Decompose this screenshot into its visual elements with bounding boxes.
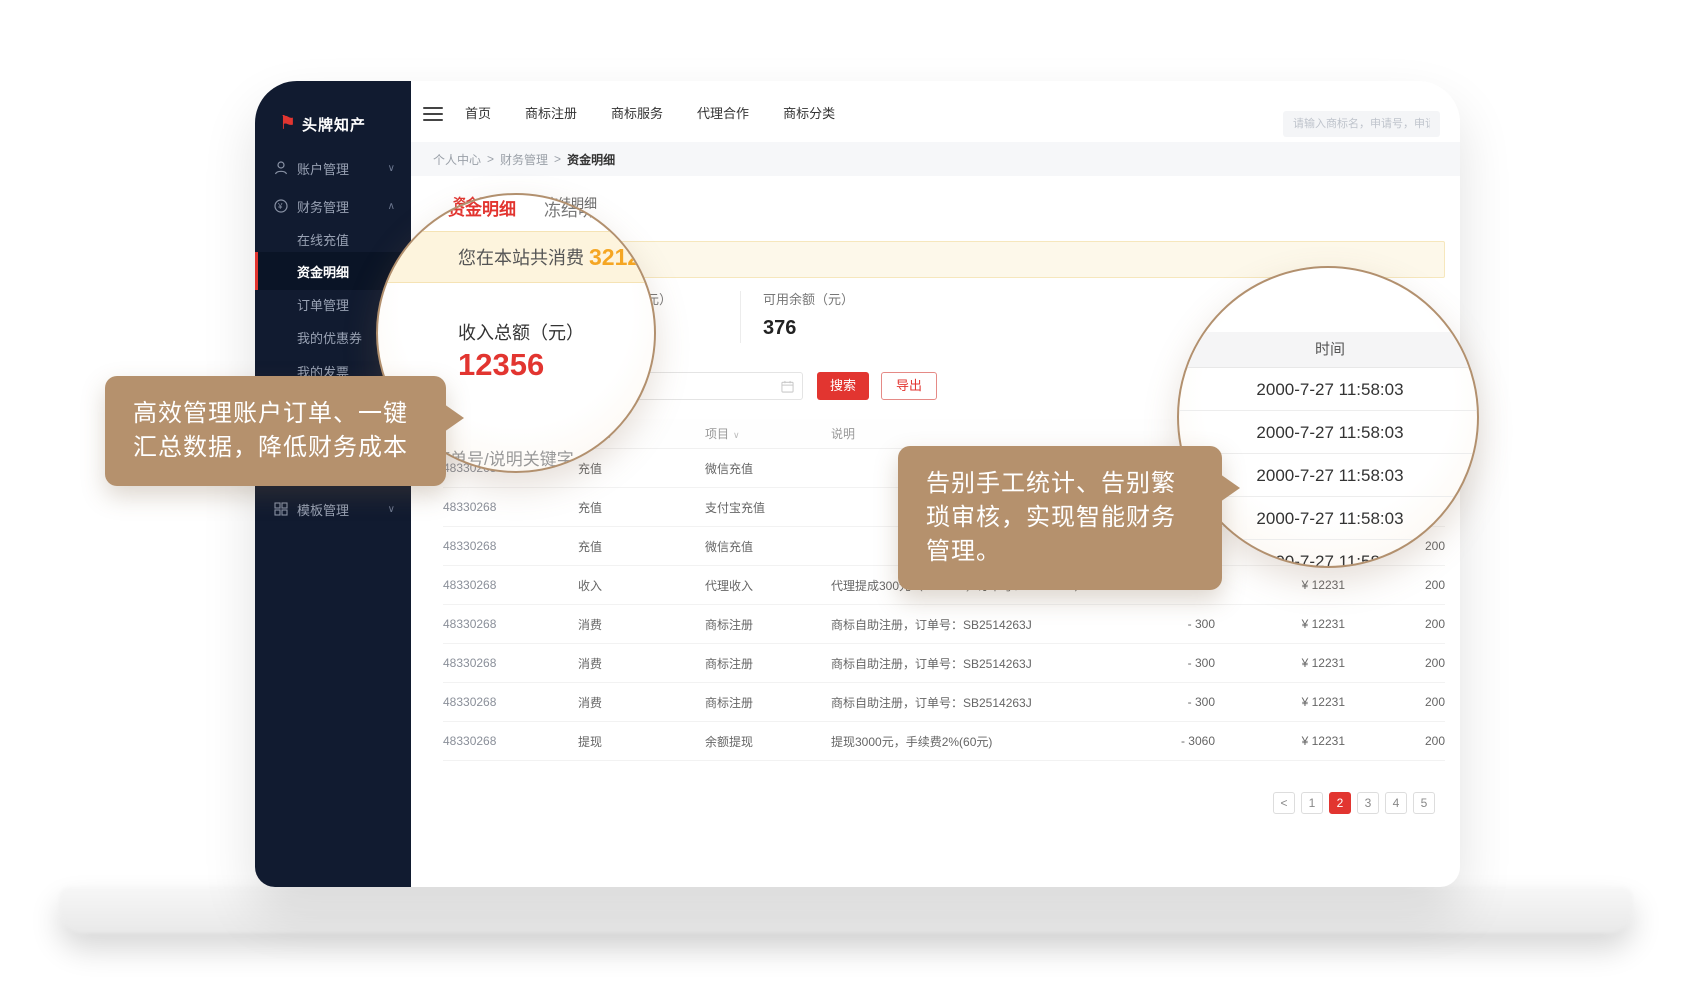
magnified-tab-frozen-detail: 冻结明细 — [544, 196, 612, 221]
laptop-base — [59, 887, 1633, 933]
breadcrumb-item[interactable]: 财务管理 — [500, 151, 548, 168]
col-project[interactable]: 项目∨ — [705, 425, 831, 442]
table-row[interactable]: 48330268提现余额提现提现3000元，手续费2%(60元)- 3060¥ … — [443, 722, 1445, 761]
magnified-time-cell: 2000-7-27 11:58:03 — [1179, 540, 1479, 568]
magnifier-bubble-right: 时间 2000-7-27 11:58:03 2000-7-27 11:58:03… — [1177, 266, 1479, 568]
calendar-icon — [781, 380, 794, 393]
col-description: 说明 — [831, 425, 1155, 442]
export-button[interactable]: 导出 — [881, 372, 937, 400]
magnified-income-value: 12356 — [458, 347, 544, 383]
nav-item-agent-cooperation[interactable]: 代理合作 — [697, 101, 749, 127]
chevron-down-icon: ∨ — [388, 163, 395, 174]
chevron-up-icon: ∧ — [388, 201, 395, 212]
global-search — [1283, 111, 1440, 137]
search-button[interactable]: 搜索 — [817, 372, 869, 400]
table-row[interactable]: 48330268消费商标注册商标自助注册，订单号：SB2514263J- 300… — [443, 605, 1445, 644]
nav-item-home[interactable]: 首页 — [465, 101, 491, 127]
magnified-tab-fund-detail: 资金明细 — [448, 195, 516, 220]
magnified-time-cell: 2000-7-27 11:58:03 — [1179, 497, 1479, 540]
search-input[interactable] — [1283, 111, 1440, 137]
table-row[interactable]: 48330268消费商标注册商标自助注册，订单号：SB2514263J- 300… — [443, 683, 1445, 722]
page-button-5[interactable]: 5 — [1413, 792, 1435, 814]
magnified-order-column-header: 订单号/说明关键字 — [433, 445, 574, 470]
sidebar-item-template[interactable]: 模板管理 ∨ — [255, 490, 411, 528]
template-icon — [273, 501, 289, 517]
svg-text:¥: ¥ — [277, 202, 283, 211]
page-button-4[interactable]: 4 — [1385, 792, 1407, 814]
breadcrumb-separator: > — [487, 152, 494, 166]
stat-label: 可用余额（元） — [763, 289, 933, 308]
finance-icon: ¥ — [273, 198, 289, 214]
pagination: < 1 2 3 4 5 — [1273, 792, 1435, 814]
nav-item-trademark-register[interactable]: 商标注册 — [525, 101, 577, 127]
page-button-3[interactable]: 3 — [1357, 792, 1379, 814]
table-row[interactable]: 48330268消费商标注册商标自助注册，订单号：SB2514263J- 300… — [443, 644, 1445, 683]
callout-left: 高效管理账户订单、一键汇总数据，降低财务成本 — [105, 376, 446, 486]
sort-caret-icon: ∨ — [733, 430, 740, 440]
breadcrumb-current: 资金明细 — [567, 151, 615, 168]
nav-links: 首页 商标注册 商标服务 代理合作 商标分类 — [465, 101, 835, 127]
prev-page-button[interactable]: < — [1273, 792, 1295, 814]
user-icon — [273, 160, 289, 176]
breadcrumb-separator: > — [554, 152, 561, 166]
breadcrumb: 个人中心 > 财务管理 > 资金明细 — [411, 142, 1460, 176]
stat-value: 376 — [763, 317, 933, 340]
magnified-time-cell: 2000-7-27 11:58:03 — [1179, 368, 1479, 411]
logo: ⚑ 头牌知产 — [279, 111, 404, 137]
breadcrumb-item[interactable]: 个人中心 — [433, 151, 481, 168]
magnified-income-label: 收入总额（元） — [458, 319, 584, 345]
magnified-time-column-header: 时间 — [1179, 332, 1479, 368]
nav-item-trademark-service[interactable]: 商标服务 — [611, 101, 663, 127]
flag-icon: ⚑ — [279, 114, 296, 134]
callout-right: 告别手工统计、告别繁琐审核，实现智能财务管理。 — [898, 446, 1222, 590]
menu-icon[interactable] — [423, 107, 443, 121]
magnified-consumption-banner: 您在本站共消费 32124 7 — [376, 231, 656, 283]
magnified-time-cell: 2000-7-27 11:58:03 — [1179, 411, 1479, 454]
nav-item-trademark-category[interactable]: 商标分类 — [783, 101, 835, 127]
logo-text: 头牌知产 — [302, 114, 366, 135]
sidebar-item-account[interactable]: 账户管理 ∨ — [255, 149, 411, 187]
page-button-2-active[interactable]: 2 — [1329, 792, 1351, 814]
stat-balance: 可用余额（元） 376 — [763, 289, 933, 340]
page-button-1[interactable]: 1 — [1301, 792, 1323, 814]
chevron-down-icon: ∨ — [388, 504, 395, 515]
divider — [740, 291, 741, 343]
